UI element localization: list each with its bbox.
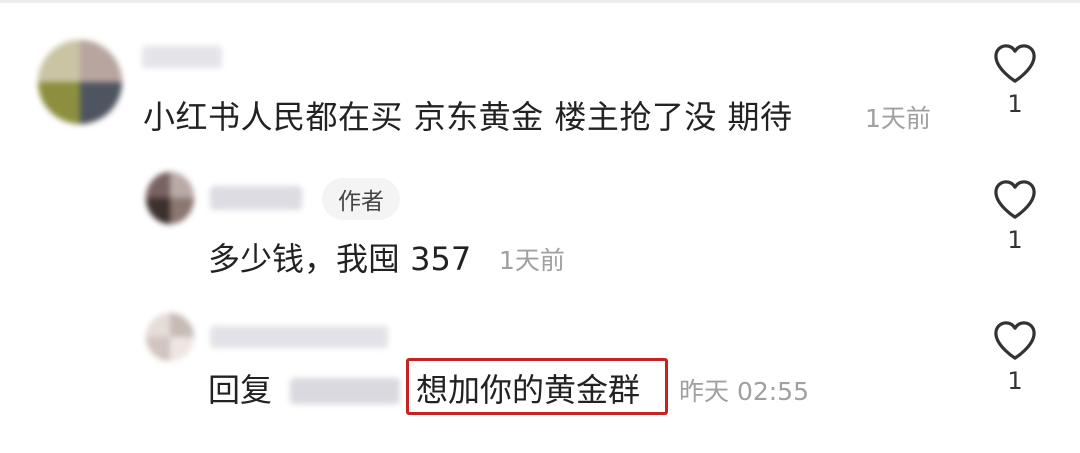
reply-timestamp: 昨天 02:55 — [679, 377, 809, 406]
author-reply-like-button[interactable]: 1 — [990, 178, 1040, 252]
author-reply-timestamp: 1天前 — [499, 246, 565, 275]
reply-prefix: 回复 — [208, 371, 273, 409]
author-badge: 作者 — [322, 178, 400, 220]
highlight-box — [406, 358, 668, 415]
author-username-blurred[interactable] — [210, 186, 302, 210]
comment-timestamp: 1天前 — [865, 104, 931, 133]
replier-username-blurred[interactable] — [210, 326, 388, 348]
author-reply-text: 多少钱，我囤 357 — [208, 240, 472, 278]
like-count: 1 — [1007, 226, 1023, 254]
comment-like-button[interactable]: 1 — [990, 42, 1040, 116]
reply-like-button[interactable]: 1 — [990, 319, 1040, 393]
heart-outline-icon — [994, 321, 1036, 360]
replier-avatar[interactable] — [146, 313, 194, 361]
comment-text: 小红书人民都在买 京东黄金 楼主抢了没 期待 — [143, 98, 793, 136]
like-count: 1 — [1007, 90, 1023, 118]
like-count: 1 — [1007, 367, 1023, 395]
commenter-avatar[interactable] — [38, 40, 122, 124]
heart-outline-icon — [994, 180, 1036, 219]
commenter-username-blurred[interactable] — [142, 46, 222, 68]
reply-target-username-blurred[interactable] — [290, 378, 400, 404]
author-avatar[interactable] — [146, 172, 194, 224]
heart-outline-icon — [994, 44, 1036, 83]
top-divider — [0, 0, 1080, 3]
